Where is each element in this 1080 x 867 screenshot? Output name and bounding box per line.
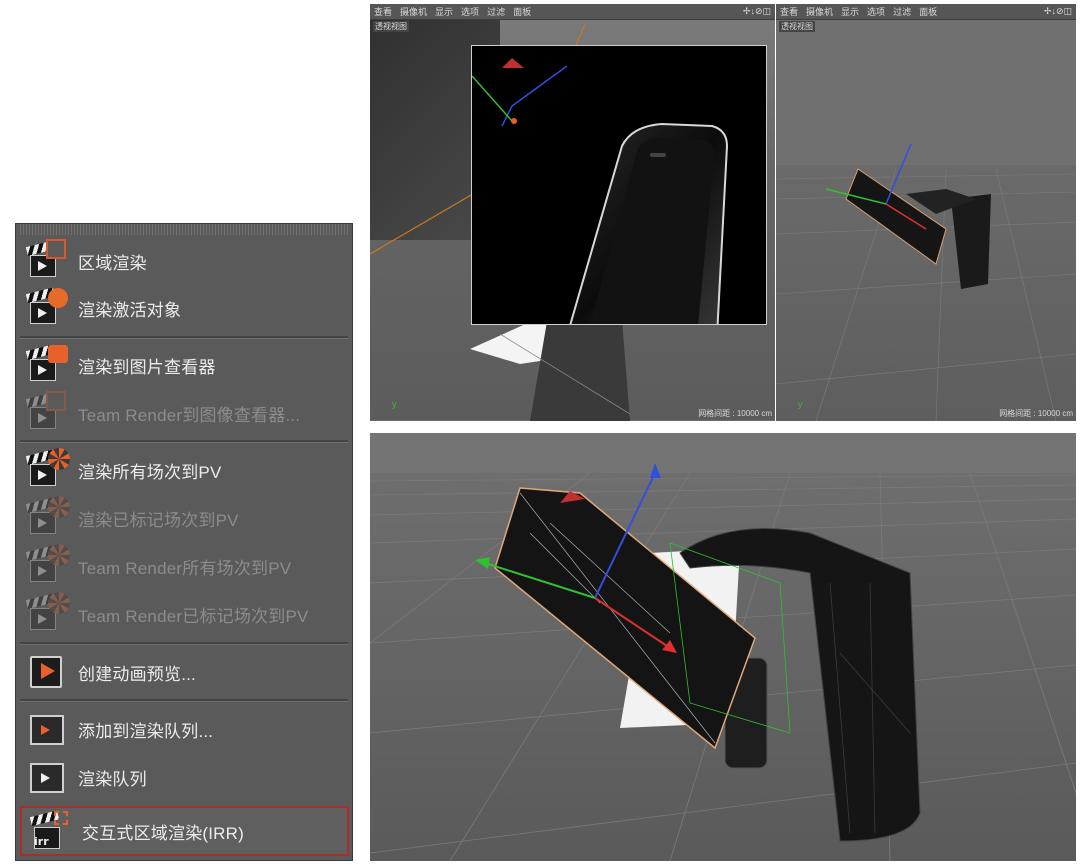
menu-item-label: Team Render已标记场次到PV bbox=[78, 606, 309, 626]
viewport-top-left[interactable]: 查看 摄像机 显示 选项 过滤 面板 ✢↓⊘◫ 透视视图 y 网格间距 : 10… bbox=[370, 4, 775, 421]
render-marked-takes-icon bbox=[24, 496, 72, 540]
team-render-marked-takes-icon bbox=[24, 592, 72, 636]
render-to-picture-viewer-icon bbox=[24, 343, 72, 387]
menu-item-render-active-objects[interactable]: 渲染激活对象 bbox=[18, 285, 350, 331]
menu-item-label: 交互式区域渲染(IRR) bbox=[82, 823, 244, 843]
menu-panel[interactable]: 面板 bbox=[919, 5, 937, 18]
interactive-region-render-icon: irr bbox=[28, 809, 76, 853]
scene-perspective-small bbox=[776, 143, 1076, 421]
menu-item-render-queue[interactable]: 渲染队列 bbox=[18, 754, 350, 800]
menu-item-label: Team Render到图像查看器... bbox=[78, 405, 301, 425]
menu-item-label: 区域渲染 bbox=[78, 253, 147, 273]
menu-separator bbox=[20, 699, 348, 702]
menu-item-team-render-all-takes: Team Render所有场次到PV bbox=[18, 543, 350, 589]
irr-badge: irr bbox=[34, 835, 49, 848]
menu-grip[interactable] bbox=[20, 224, 348, 235]
menu-options[interactable]: 选项 bbox=[867, 5, 885, 18]
grid-spacing: 网格间距 : 10000 cm bbox=[999, 409, 1073, 418]
menu-item-region-render[interactable]: 区域渲染 bbox=[18, 238, 350, 284]
add-to-render-queue-icon bbox=[24, 707, 72, 751]
menu-display[interactable]: 显示 bbox=[841, 5, 859, 18]
team-render-picture-viewer-icon bbox=[24, 391, 72, 435]
menu-item-render-all-takes[interactable]: 渲染所有场次到PV bbox=[18, 447, 350, 493]
render-active-objects-icon bbox=[24, 286, 72, 330]
menu-item-team-render-picture-viewer: Team Render到图像查看器... bbox=[18, 390, 350, 436]
menu-item-interactive-region-render[interactable]: irr 交互式区域渲染(IRR) bbox=[20, 806, 349, 856]
region-render-icon bbox=[24, 239, 72, 283]
menu-item-label: 渲染激活对象 bbox=[78, 300, 182, 320]
make-preview-icon bbox=[24, 650, 72, 694]
menu-item-label: 渲染到图片查看器 bbox=[78, 357, 216, 377]
menu-panel[interactable]: 面板 bbox=[513, 5, 531, 18]
menu-camera[interactable]: 摄像机 bbox=[400, 5, 427, 18]
phone-render bbox=[472, 58, 729, 324]
viewport-nav-icons[interactable]: ✢↓⊘◫ bbox=[1044, 6, 1072, 17]
menu-display[interactable]: 显示 bbox=[435, 5, 453, 18]
menu-item-label: 渲染所有场次到PV bbox=[78, 462, 222, 482]
grid-spacing: 网格间距 : 10000 cm bbox=[698, 409, 772, 418]
menu-item-team-render-marked-takes: Team Render已标记场次到PV bbox=[18, 591, 350, 637]
menu-item-label: 渲染已标记场次到PV bbox=[78, 510, 239, 530]
menu-filter[interactable]: 过滤 bbox=[893, 5, 911, 18]
menu-item-render-to-picture-viewer[interactable]: 渲染到图片查看器 bbox=[18, 342, 350, 388]
axis-gizmo: y bbox=[798, 399, 803, 409]
viewport-menubar: 查看 摄像机 显示 选项 过滤 面板 ✢↓⊘◫ bbox=[370, 4, 775, 20]
team-render-all-takes-icon bbox=[24, 544, 72, 588]
viewport-label: 透视视图 bbox=[373, 21, 409, 32]
menu-options[interactable]: 选项 bbox=[461, 5, 479, 18]
menu-separator bbox=[20, 642, 348, 645]
axis-gizmo: y bbox=[392, 399, 397, 409]
menu-item-render-marked-takes: 渲染已标记场次到PV bbox=[18, 495, 350, 541]
menu-view[interactable]: 查看 bbox=[374, 5, 392, 18]
menu-separator bbox=[20, 440, 348, 443]
viewport-top-right[interactable]: 查看 摄像机 显示 选项 过滤 面板 ✢↓⊘◫ 透视视图 y 网格间距 : 10… bbox=[776, 4, 1076, 421]
menu-item-label: 创建动画预览... bbox=[78, 664, 196, 684]
menu-view[interactable]: 查看 bbox=[780, 5, 798, 18]
menu-camera[interactable]: 摄像机 bbox=[806, 5, 833, 18]
menu-item-label: 添加到渲染队列... bbox=[78, 721, 214, 741]
viewport-bottom-large[interactable] bbox=[370, 433, 1076, 861]
menu-item-add-to-render-queue[interactable]: 添加到渲染队列... bbox=[18, 706, 350, 752]
menu-separator bbox=[20, 336, 348, 339]
render-menu: 区域渲染 渲染激活对象 渲染到图片查看器 Team Render到图像查看器..… bbox=[15, 223, 353, 861]
interactive-render-region[interactable] bbox=[471, 45, 767, 325]
menu-item-label: 渲染队列 bbox=[78, 769, 147, 789]
render-all-takes-icon bbox=[24, 448, 72, 492]
viewport-label: 透视视图 bbox=[779, 21, 815, 32]
render-queue-icon bbox=[24, 755, 72, 799]
menu-filter[interactable]: 过滤 bbox=[487, 5, 505, 18]
menu-item-label: Team Render所有场次到PV bbox=[78, 558, 292, 578]
scene-perspective-large bbox=[370, 433, 1076, 861]
menu-item-make-preview[interactable]: 创建动画预览... bbox=[18, 649, 350, 695]
viewport-menubar: 查看 摄像机 显示 选项 过滤 面板 ✢↓⊘◫ bbox=[776, 4, 1076, 20]
viewport-nav-icons[interactable]: ✢↓⊘◫ bbox=[743, 6, 771, 17]
